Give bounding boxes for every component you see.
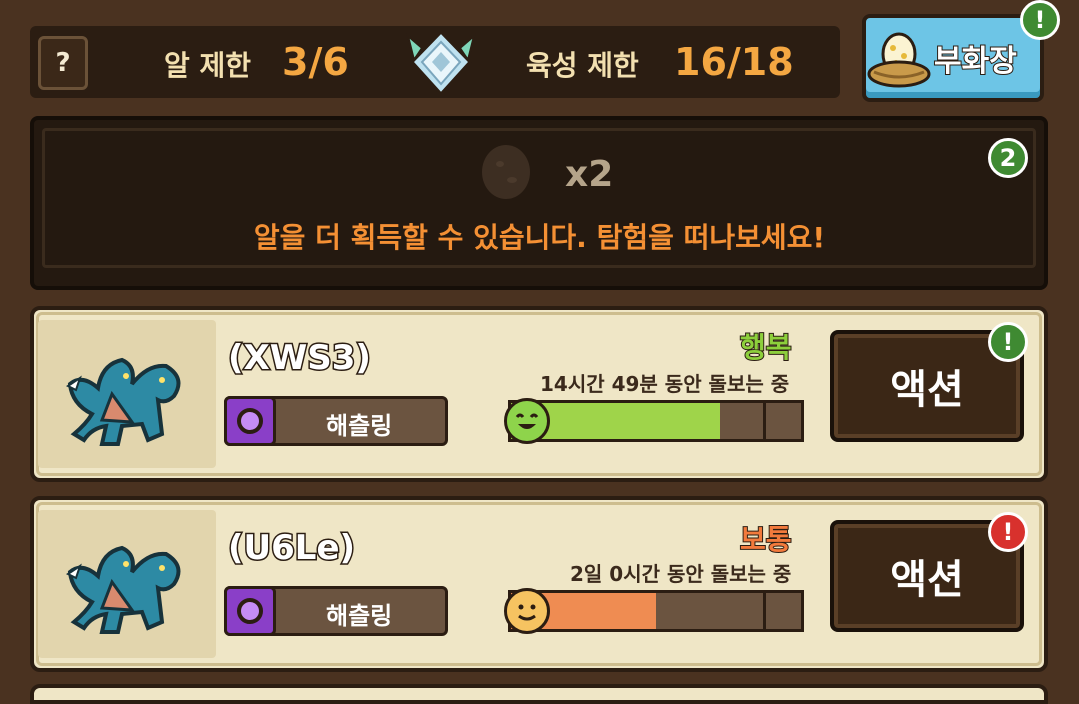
care-time: 14시간 49분 동안 돌보는 중 (540, 372, 790, 396)
bar-tick (763, 403, 766, 439)
hatchery-label: 부화장 (933, 43, 1018, 80)
egg-nest-icon (867, 32, 931, 88)
hydra-dragon-icon (66, 357, 181, 446)
egg-limit-value: 3/6 (282, 40, 349, 84)
next-pet-card (30, 684, 1048, 704)
action-alert-badge: ! (988, 512, 1028, 552)
happy-face-icon (504, 398, 550, 444)
pet-type-label: 해츨링 (326, 412, 393, 440)
pet-mood: 행복 (739, 330, 793, 365)
help-button[interactable]: ? (38, 36, 88, 90)
egg-limit-label: 알 제한 (164, 49, 252, 82)
egg-message: 알을 더 획득할 수 있습니다. 탐험을 떠나보세요! (253, 221, 826, 254)
egg-count-badge: 2 (988, 138, 1028, 178)
hydra-dragon-icon (66, 545, 181, 634)
pet-type-label: 해츨링 (326, 602, 393, 630)
hatchery-alert-badge: ! (1020, 0, 1060, 40)
pet-name: (XWS3) (227, 337, 373, 380)
neutral-face-icon (504, 588, 550, 634)
raise-limit-value: 16/18 (674, 40, 794, 84)
action-alert-badge: ! (988, 322, 1028, 362)
happiness-bar (508, 590, 804, 632)
hatchling-ring-icon (224, 586, 276, 636)
pet-mood: 보통 (739, 522, 793, 557)
raise-limit-label: 육성 제한 (526, 49, 639, 82)
hatchling-ring-icon (224, 396, 276, 446)
happiness-bar (508, 400, 804, 442)
care-time: 2일 0시간 동안 돌보는 중 (570, 562, 792, 586)
diamond-crest-icon (406, 29, 476, 97)
pet-name: (U6Le) (226, 527, 356, 570)
egg-icon (482, 145, 530, 199)
egg-count: x2 (565, 154, 614, 195)
bar-tick (763, 593, 766, 629)
